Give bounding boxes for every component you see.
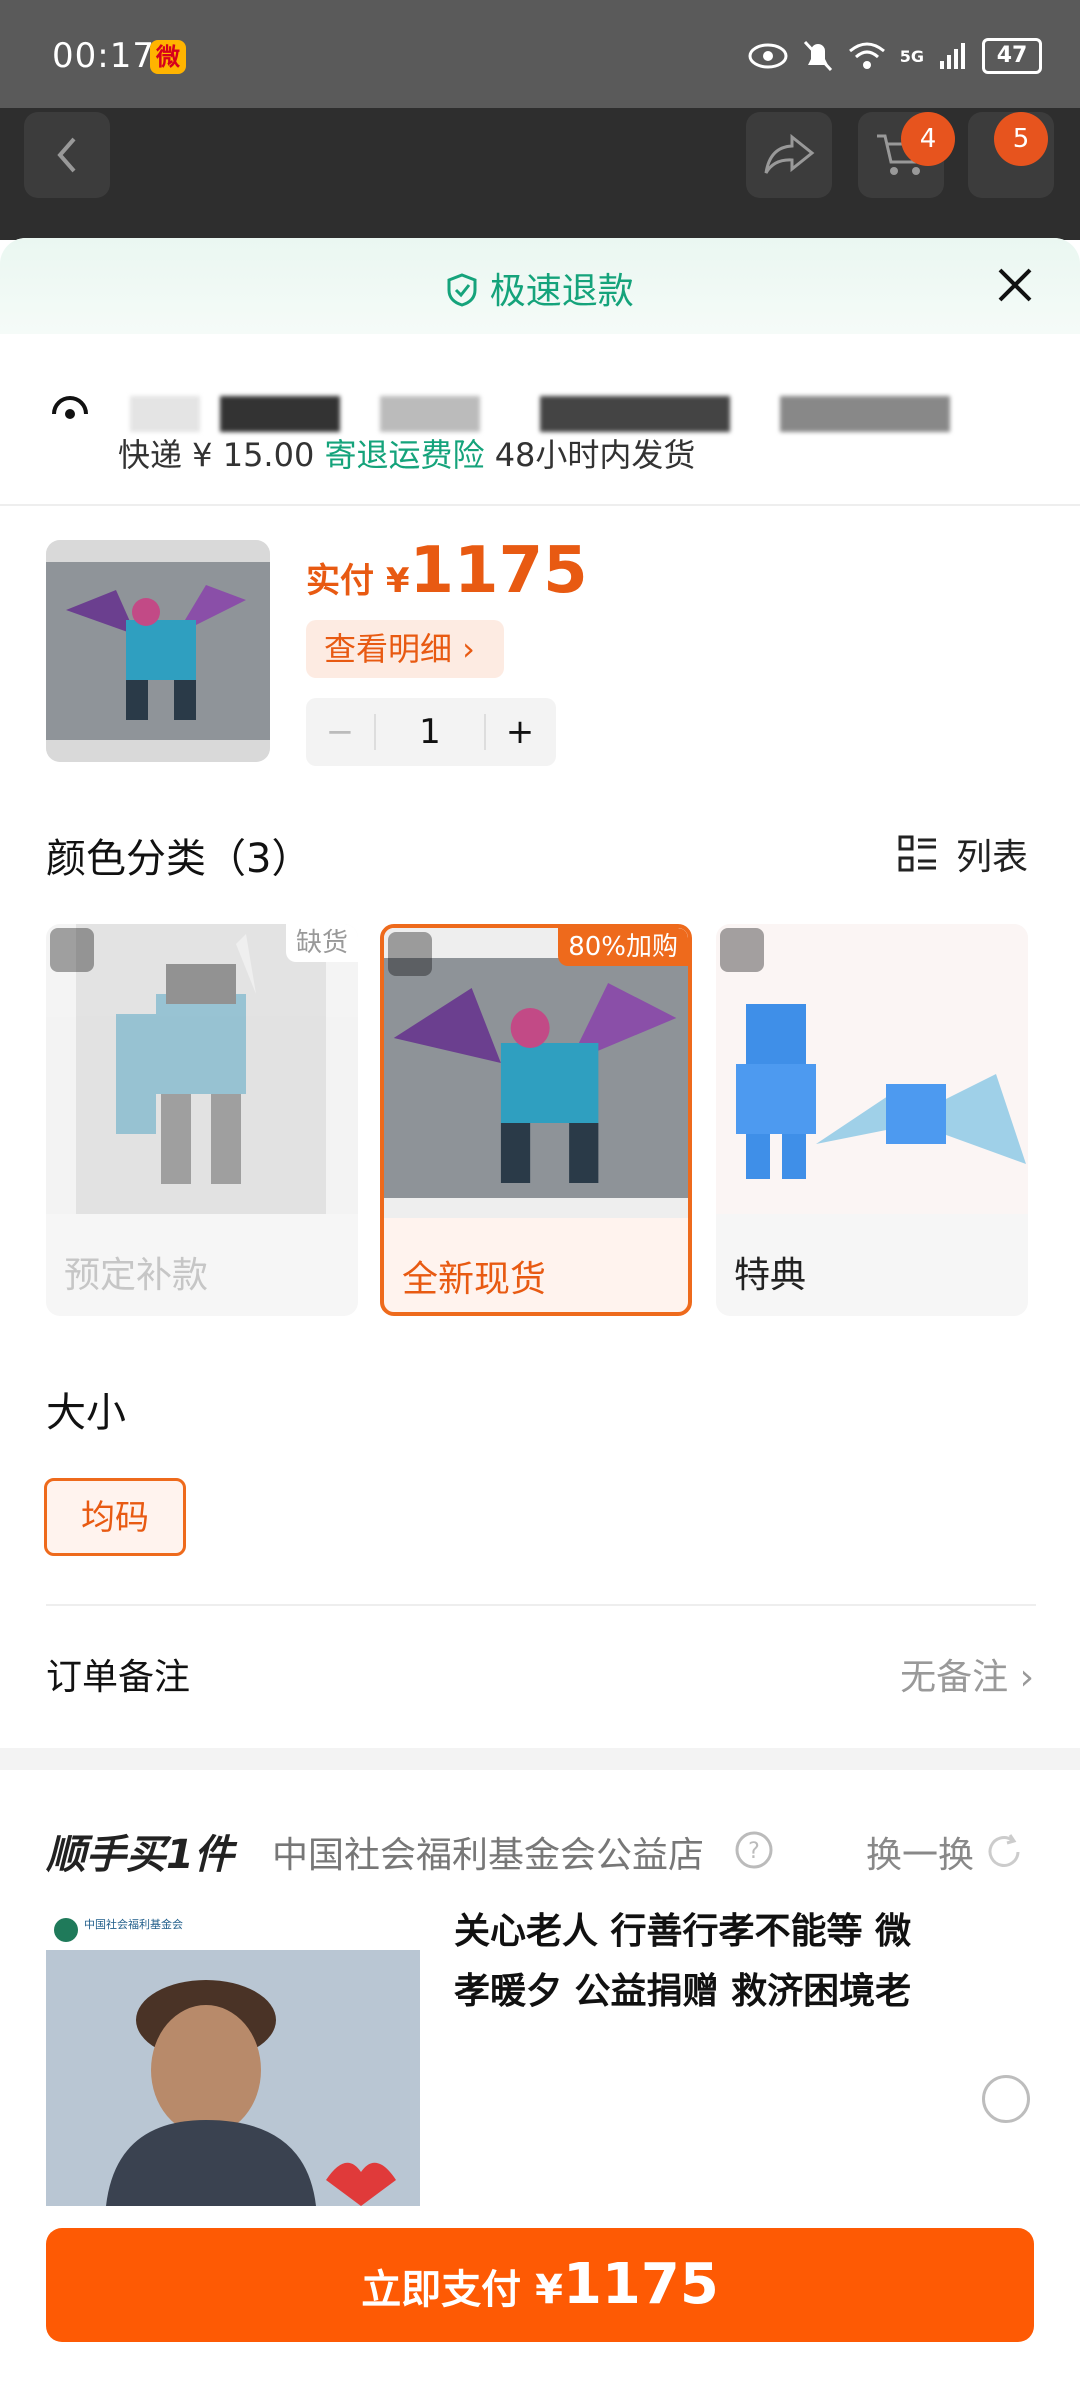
quantity-value[interactable]: 1 bbox=[376, 712, 484, 752]
share-button[interactable] bbox=[746, 112, 832, 198]
page-backdrop: 4 5 bbox=[0, 108, 1080, 240]
address-redacted bbox=[540, 396, 730, 432]
address-redacted bbox=[130, 396, 200, 432]
order-note-value: 无备注 › bbox=[900, 1657, 1034, 1698]
swap-button[interactable]: 换一换 bbox=[866, 1826, 1024, 1878]
eye-icon bbox=[748, 43, 788, 69]
svg-text:?: ? bbox=[748, 1839, 760, 1864]
list-view-toggle[interactable]: 列表 bbox=[898, 828, 1028, 880]
fast-refund-text: 极速退款 bbox=[489, 271, 634, 312]
pay-label: 立即支付 ¥ bbox=[361, 2267, 563, 2313]
location-icon bbox=[52, 396, 88, 419]
view-details-button[interactable]: 查看明细 › bbox=[306, 620, 504, 678]
out-of-stock-tag: 缺货 bbox=[285, 924, 358, 962]
charity-logo-text: 中国社会福利基金会 bbox=[84, 1917, 183, 1931]
zoom-icon[interactable] bbox=[720, 928, 764, 972]
charity-shop-name[interactable]: 中国社会福利基金会公益店 bbox=[272, 1826, 704, 1878]
swap-label: 换一换 bbox=[865, 1835, 974, 1876]
back-button[interactable] bbox=[24, 112, 110, 198]
decrease-button[interactable]: − bbox=[306, 712, 374, 752]
size-option-one-size[interactable]: 均码 bbox=[44, 1478, 186, 1556]
wifi-icon bbox=[848, 42, 885, 69]
shipping-fee: 快递 ¥ 15.00 bbox=[118, 436, 315, 474]
pay-now-button[interactable]: 立即支付 ¥1175 bbox=[46, 2228, 1034, 2342]
sheet-header: 极速退款 bbox=[0, 238, 1080, 334]
buy-one-title: 顺手买1件 bbox=[46, 1832, 234, 1878]
network-type: 5G bbox=[899, 46, 924, 66]
refresh-icon bbox=[988, 1834, 1020, 1867]
product-thumbnail[interactable] bbox=[46, 540, 270, 762]
dispatch-time: 48小时内发货 bbox=[494, 436, 696, 474]
close-icon[interactable] bbox=[990, 260, 1040, 310]
zoom-icon[interactable] bbox=[50, 928, 94, 972]
status-bar: 00:17 微 5G 47 bbox=[0, 0, 1080, 108]
zoom-icon[interactable] bbox=[388, 932, 432, 976]
bell-muted-icon bbox=[803, 40, 832, 72]
pay-amount: 1175 bbox=[562, 2252, 719, 2317]
quantity-stepper: − 1 + bbox=[306, 698, 556, 766]
help-icon[interactable]: ? bbox=[734, 1830, 774, 1870]
cart-badge: 4 bbox=[901, 112, 955, 166]
color-option-preorder[interactable]: 缺货 预定补款 bbox=[46, 924, 358, 1316]
message-badge: 5 bbox=[994, 112, 1048, 166]
color-option-bonus[interactable]: 特典 bbox=[716, 924, 1028, 1316]
list-toggle-label: 列表 bbox=[955, 837, 1028, 878]
charity-item-title[interactable]: 关心老人 行善行孝不能等 微孝暖夕 公益捐赠 救济困境老 bbox=[454, 1902, 944, 2022]
signal-icon bbox=[940, 43, 965, 69]
charity-item-image[interactable]: 中国社会福利基金会 bbox=[46, 1910, 420, 2206]
address-row[interactable]: 快递 ¥ 15.00 寄退运费险 48小时内发货 bbox=[0, 334, 1080, 506]
address-redacted bbox=[780, 396, 950, 432]
size-section-title: 大小 bbox=[46, 1390, 126, 1436]
shield-check-icon bbox=[447, 273, 477, 307]
price-label: 实付 ¥ bbox=[306, 561, 410, 601]
order-note-label: 订单备注 bbox=[46, 1657, 191, 1698]
increase-button[interactable]: + bbox=[486, 712, 554, 752]
option-label: 全新现货 bbox=[402, 1259, 547, 1300]
elderly-man-photo: 中国社会福利基金会 bbox=[46, 1910, 420, 2206]
address-redacted bbox=[220, 396, 340, 432]
divider bbox=[46, 1604, 1036, 1606]
fast-refund-banner: 极速退款 bbox=[0, 262, 1080, 314]
color-section-title: 颜色分类（3） bbox=[46, 836, 312, 882]
status-icons: 5G 47 bbox=[748, 36, 1042, 76]
shipping-info: 快递 ¥ 15.00 寄退运费险 48小时内发货 bbox=[118, 430, 695, 476]
weibo-icon: 微 bbox=[150, 40, 186, 74]
option-label: 预定补款 bbox=[64, 1255, 209, 1296]
address-redacted bbox=[380, 396, 480, 432]
order-sheet: 极速退款 快递 ¥ 15.00 寄退运费险 48小时内发货 实付 ¥1175 查… bbox=[0, 238, 1080, 2389]
charity-select-radio[interactable] bbox=[982, 2075, 1030, 2123]
section-gap bbox=[0, 1748, 1080, 1770]
list-icon bbox=[898, 835, 936, 872]
add-to-cart-rate-tag: 80%加购 bbox=[558, 928, 688, 966]
chevron-left-icon bbox=[57, 137, 76, 173]
price-value: 1175 bbox=[409, 534, 588, 608]
battery-icon: 47 bbox=[982, 38, 1042, 74]
status-time: 00:17 bbox=[52, 36, 155, 76]
order-note-row[interactable]: 订单备注 无备注 › bbox=[46, 1648, 1034, 1698]
option-label: 特典 bbox=[734, 1255, 807, 1296]
price-line: 实付 ¥1175 bbox=[306, 534, 588, 608]
share-icon bbox=[764, 133, 815, 174]
shipping-insurance: 寄退运费险 bbox=[324, 436, 485, 474]
color-option-new-stock[interactable]: 80%加购 全新现货 bbox=[380, 924, 692, 1316]
robot-figure-image bbox=[46, 540, 270, 762]
